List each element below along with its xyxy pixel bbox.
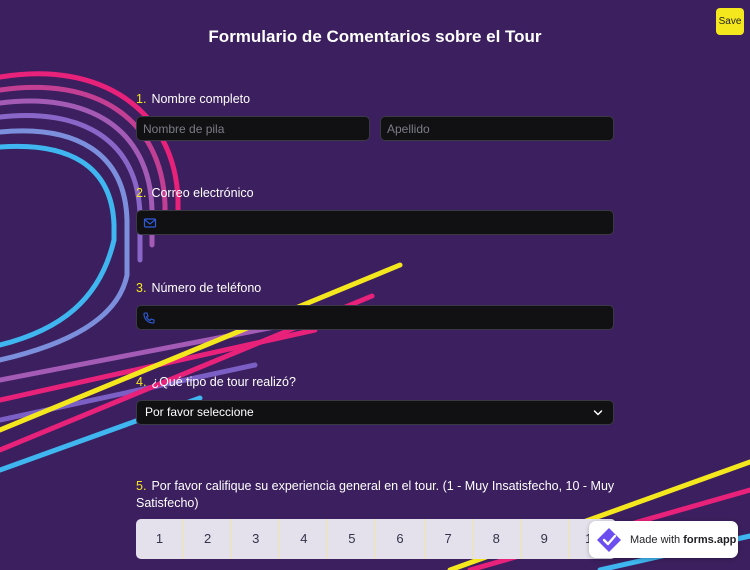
rating-option-9[interactable]: 9 [521,519,569,559]
question-text: ¿Qué tipo de tour realizó? [151,375,296,389]
badge-prefix: Made with [630,533,681,546]
question-text: Número de teléfono [151,281,262,295]
rating-option-6[interactable]: 6 [376,519,425,559]
question-number: 1. [136,92,147,106]
badge-text: Made with forms.app [630,534,736,546]
question-number: 4. [136,375,147,389]
last-name-input[interactable] [380,116,614,141]
question-5-label: 5. Por favor califique su experiencia gen… [136,478,616,512]
badge-brand: forms.app [683,533,737,546]
rating-option-1[interactable]: 1 [136,519,185,559]
made-with-badge[interactable]: Made with forms.app [589,521,738,558]
question-number: 5. [136,479,147,493]
question-1-label: 1. Nombre completo [136,91,616,108]
rating-scale: 1 2 3 4 5 6 7 8 9 10 [136,519,616,559]
phone-icon [143,312,155,324]
question-2-label: 2. Correo electrónico [136,185,616,202]
question-text: Nombre completo [151,92,251,106]
phone-input[interactable] [136,305,614,330]
rating-option-8[interactable]: 8 [473,519,521,559]
question-text: Correo electrónico [151,186,254,200]
question-4-label: 4. ¿Qué tipo de tour realizó? [136,374,616,391]
forms-app-logo-icon [597,527,621,552]
rating-option-4[interactable]: 4 [280,519,329,559]
form-title: Formulario de Comentarios sobre el Tour [208,27,542,46]
question-3-label: 3. Número de teléfono [136,280,616,297]
first-name-input[interactable] [136,116,370,141]
envelope-icon [143,218,157,228]
chevron-down-icon [593,410,603,416]
select-value: Por favor seleccione [145,405,254,419]
form-page: Save Formulario de Comentarios sobre el … [0,0,750,570]
question-text: Por favor califique su experiencia gener… [136,479,615,510]
rating-option-5[interactable]: 5 [328,519,377,559]
question-number: 3. [136,281,147,295]
tour-type-select[interactable]: Por favor seleccione [136,400,614,425]
rating-option-7[interactable]: 7 [425,519,473,559]
email-input[interactable] [136,210,614,235]
rating-option-2[interactable]: 2 [184,519,233,559]
question-number: 2. [136,186,147,200]
rating-option-3[interactable]: 3 [232,519,281,559]
